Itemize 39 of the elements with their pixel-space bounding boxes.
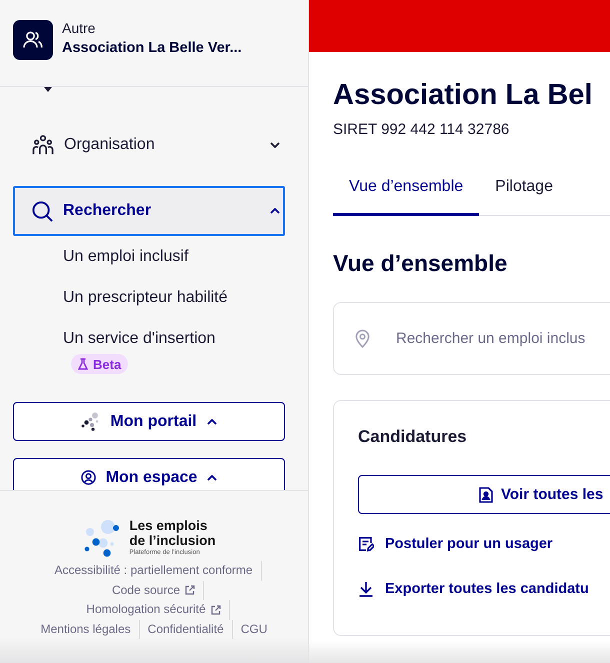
footer-link[interactable]: Accessibilité : partiellement conforme: [46, 561, 262, 580]
organization-name: Association La Belle Ver...: [62, 39, 242, 58]
organization-type: Autre: [62, 19, 96, 37]
nav-item[interactable]: Rechercher: [13, 186, 285, 236]
flask-icon: [78, 358, 88, 370]
logo-text: de l’inclusion: [129, 533, 216, 548]
siret-number: SIRET 992 442 114 32786: [333, 120, 510, 140]
card-title: Candidatures: [358, 426, 468, 448]
download-icon: [358, 580, 374, 596]
people-group-icon: [32, 135, 54, 155]
tab[interactable]: Pilotage: [479, 160, 569, 216]
location-pin-icon: [355, 329, 370, 348]
search-input[interactable]: Rechercher un emploi inclus: [396, 328, 610, 348]
users-icon: [13, 20, 53, 60]
section-title: Vue d’ensemble: [333, 249, 508, 278]
search-icon: [32, 200, 53, 222]
footer-link[interactable]: Confidentialité: [140, 620, 233, 639]
page-title: Association La Bel: [333, 78, 594, 113]
nav-item[interactable]: Organisation: [13, 120, 285, 170]
submenu-item[interactable]: Un prescripteur habilité: [63, 277, 228, 318]
beta-badge: Beta: [71, 354, 128, 374]
edit-document-icon: [358, 536, 374, 552]
footer-link[interactable]: Code source: [104, 580, 204, 600]
submenu-item[interactable]: Un emploi inclusif: [63, 236, 188, 277]
caret-icon: [44, 87, 52, 92]
view-all-button[interactable]: Voir toutes les: [358, 475, 610, 514]
bubbles-logo-icon: [84, 518, 122, 558]
user-document-icon: [479, 486, 493, 502]
footer-link[interactable]: Homologation sécurité: [78, 600, 230, 620]
menu-button[interactable]: Mon portail: [13, 402, 285, 441]
menu-button[interactable]: Mon espace: [13, 458, 285, 490]
dots-icon: [81, 412, 100, 431]
tab[interactable]: Vue d’ensemble: [333, 160, 480, 216]
user-circle-icon: [80, 470, 96, 485]
logo-text: Les emplois: [129, 518, 208, 533]
footer-link[interactable]: CGU: [232, 620, 276, 639]
action-link[interactable]: Postuler pour un usager: [358, 521, 553, 566]
footer-link[interactable]: Mentions légales: [32, 620, 140, 639]
action-link[interactable]: Exporter toutes les candidatu: [358, 566, 589, 611]
